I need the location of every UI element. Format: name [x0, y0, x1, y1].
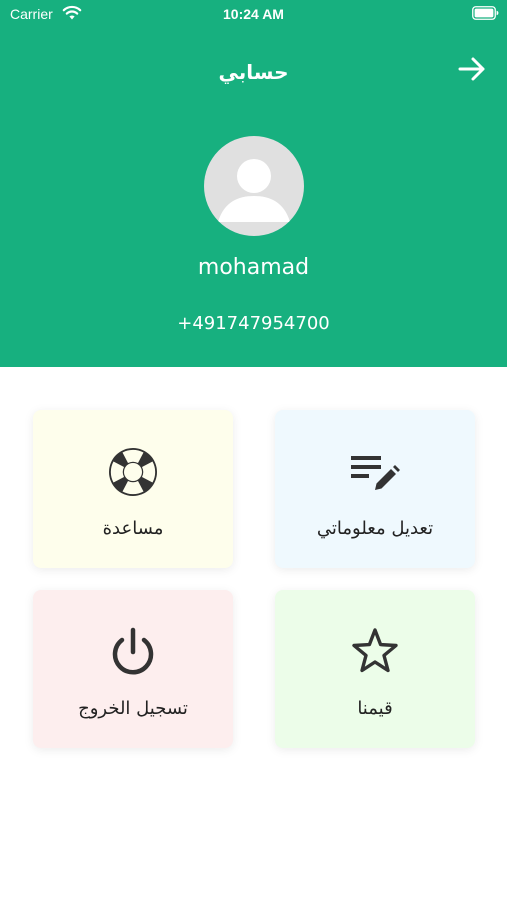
rate-us-label: قيمنا: [357, 698, 393, 719]
rate-us-card[interactable]: قيمنا: [275, 590, 475, 748]
lifebuoy-icon: [109, 448, 157, 496]
user-avatar-icon: [218, 159, 290, 222]
profile-header: Carrier 10:24 AM حسابي mohamad +49174795…: [0, 0, 507, 367]
power-icon: [112, 627, 154, 675]
help-label: مساعدة: [102, 518, 164, 539]
status-bar: Carrier 10:24 AM: [0, 0, 507, 28]
edit-list-icon: [351, 456, 400, 490]
logout-label: تسجيل الخروج: [78, 698, 188, 719]
user-name: mohamad: [197, 255, 310, 280]
arrow-right-icon[interactable]: [455, 54, 489, 84]
edit-info-card[interactable]: تعديل معلوماتي: [275, 410, 475, 568]
battery-icon: [472, 6, 499, 20]
star-icon: [352, 628, 398, 673]
help-card[interactable]: مساعدة: [33, 410, 233, 568]
edit-info-label: تعديل معلوماتي: [316, 518, 434, 539]
page-title: حسابي: [218, 60, 289, 84]
user-phone: +491747954700: [177, 313, 330, 334]
logout-card[interactable]: تسجيل الخروج: [33, 590, 233, 748]
avatar: [204, 136, 304, 236]
clock-label: 10:24 AM: [223, 6, 284, 22]
